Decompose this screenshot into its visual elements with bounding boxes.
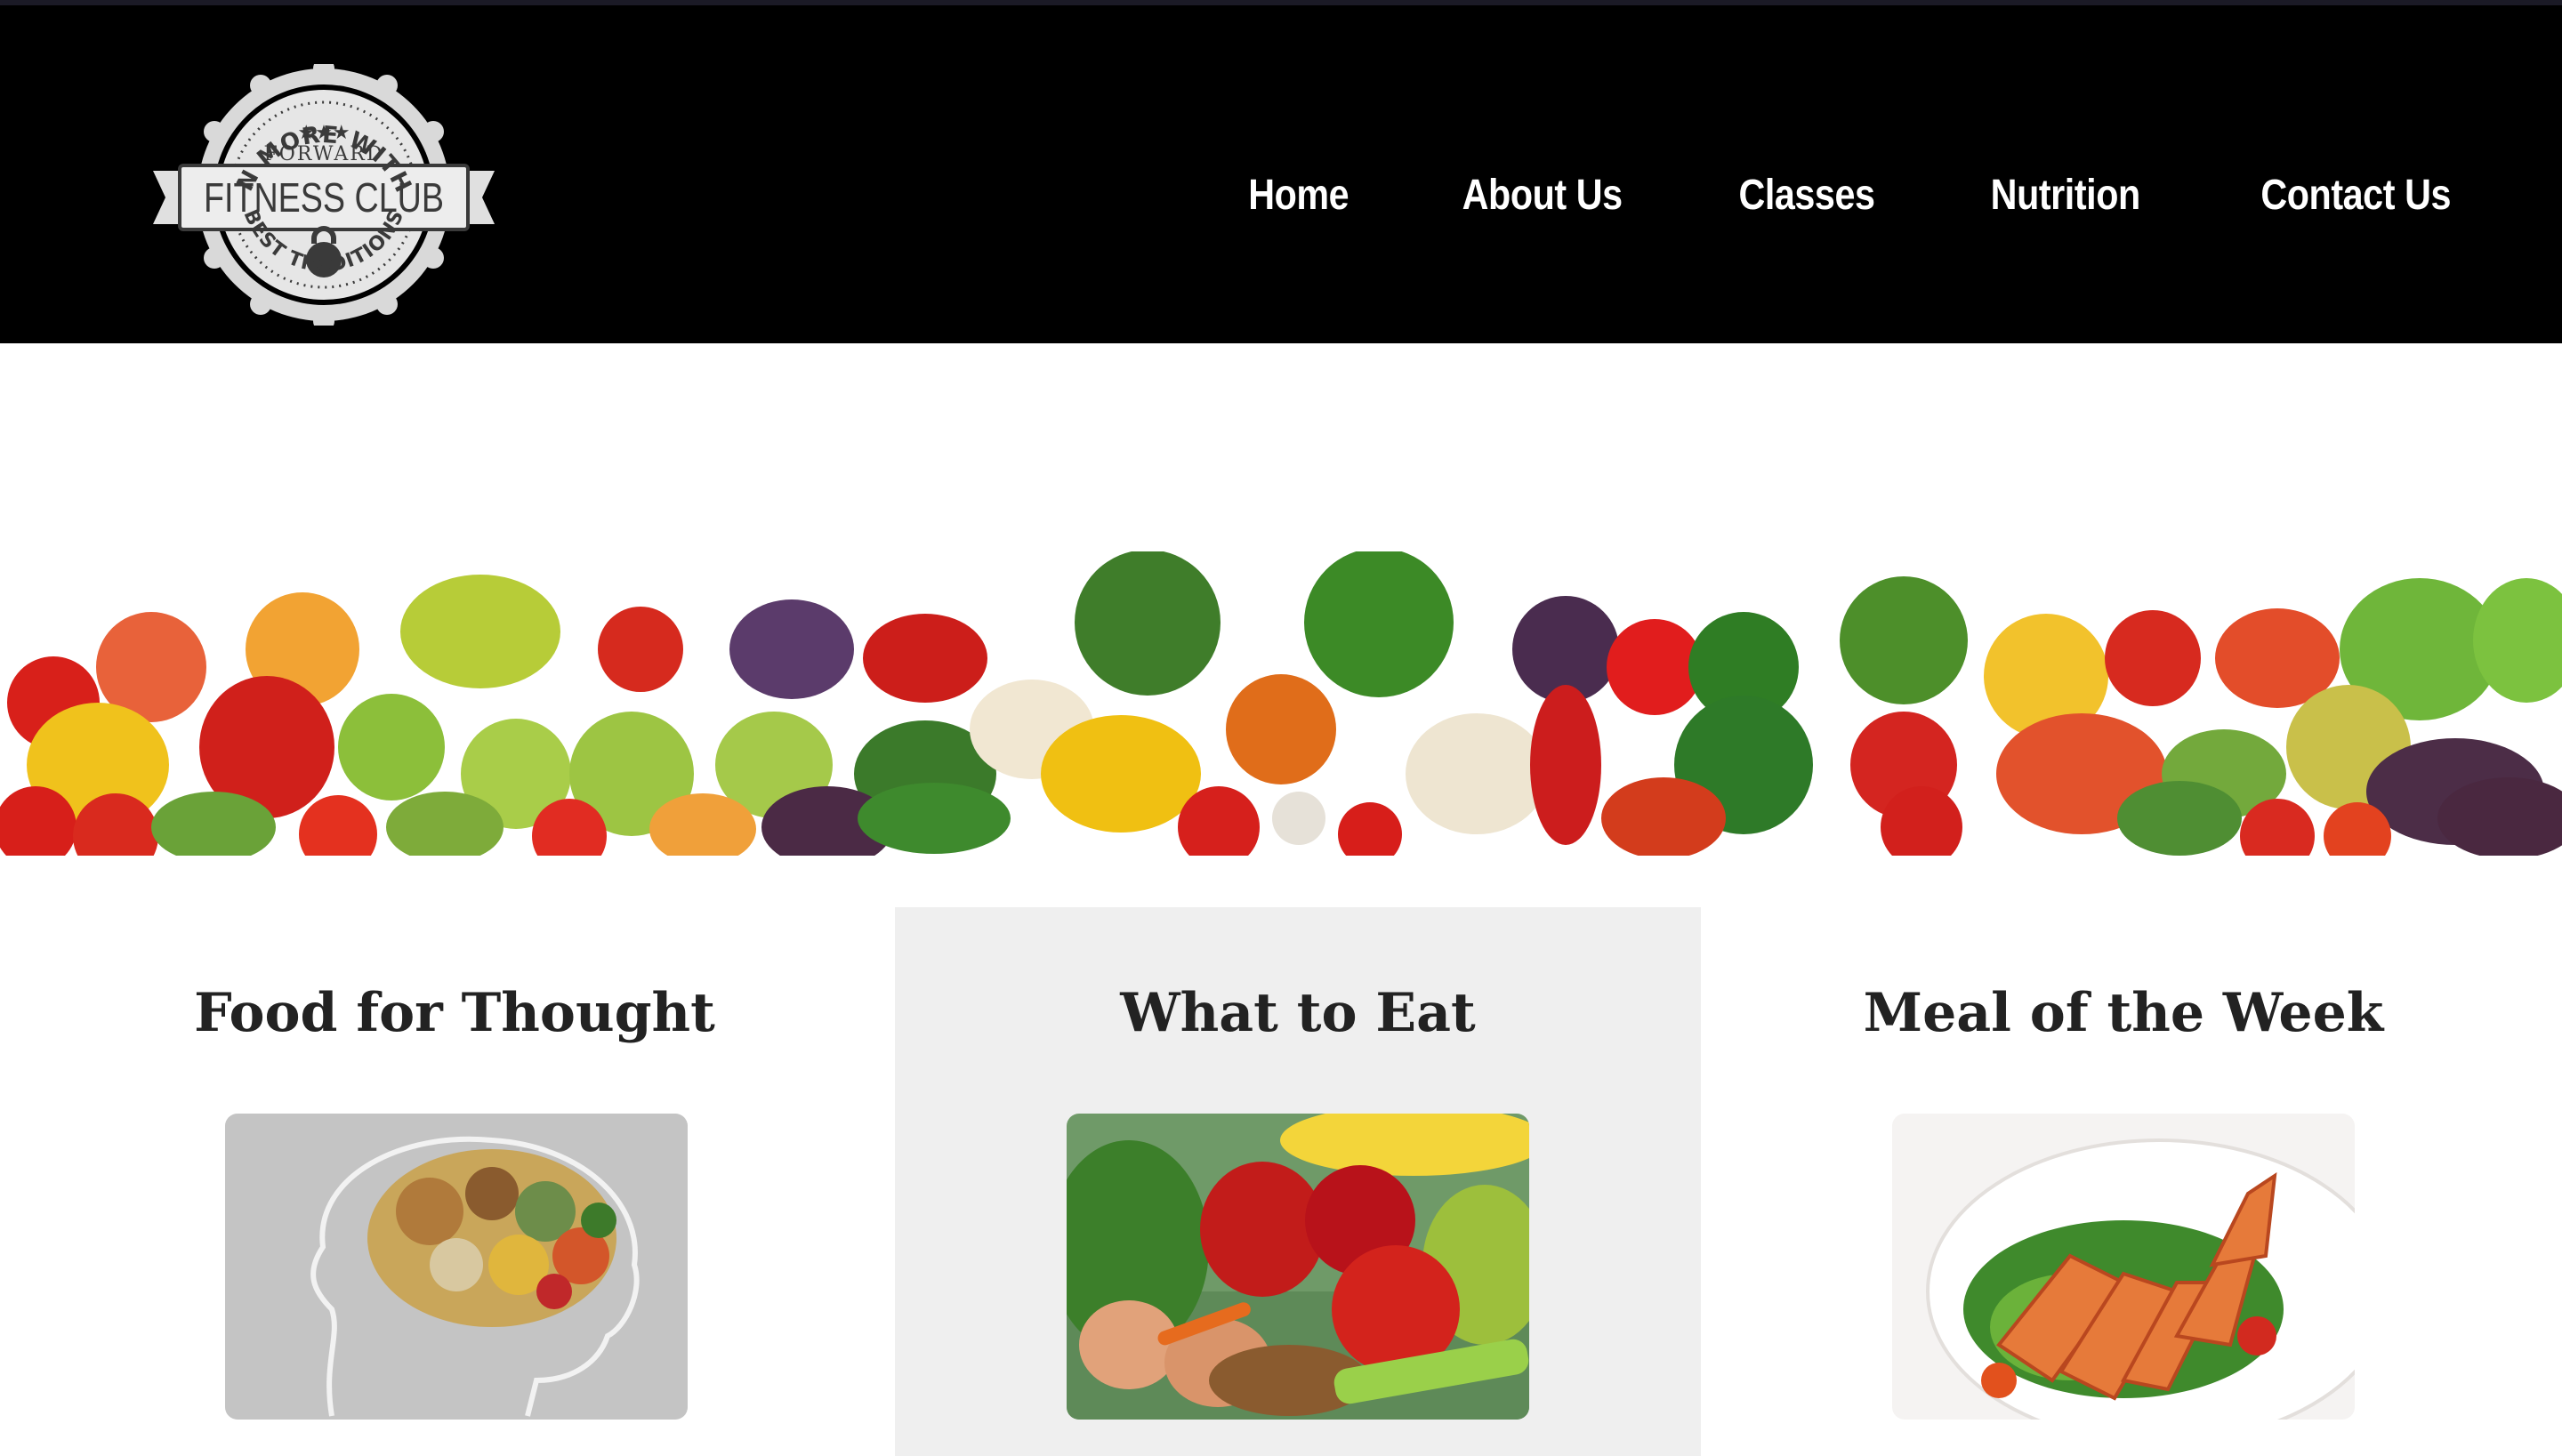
card-food-for-thought: Food for Thought — [52, 907, 858, 1456]
card-title: What to Eat — [1120, 982, 1476, 1044]
logo-title: FITNESS CLUB — [204, 174, 444, 221]
logo-stars: ★★★ — [297, 122, 350, 144]
vegetables-banner-image — [0, 551, 2562, 856]
nav-home[interactable]: Home — [1248, 171, 1349, 220]
logo-subtitle: FORWARD — [264, 143, 384, 165]
what-to-eat-image[interactable] — [1067, 1114, 1529, 1420]
nav-contact-us[interactable]: Contact Us — [2260, 171, 2451, 220]
card-meal-of-the-week: Meal of the Week — [1720, 907, 2526, 1456]
nav-nutrition[interactable]: Nutrition — [1991, 171, 2141, 220]
card-title: Food for Thought — [194, 982, 715, 1044]
fitness-club-logo[interactable]: GAIN MORE WITH US ★★★ FORWARD FITNESS CL… — [153, 64, 495, 326]
nav-classes[interactable]: Classes — [1739, 171, 1875, 220]
brain-food-image[interactable] — [225, 1114, 688, 1420]
card-title: Meal of the Week — [1863, 982, 2384, 1044]
site-header: GAIN MORE WITH US ★★★ FORWARD FITNESS CL… — [0, 5, 2562, 343]
meal-of-the-week-image[interactable] — [1892, 1114, 2355, 1420]
card-what-to-eat: What to Eat — [895, 907, 1701, 1456]
main-nav: Home About Us Classes Nutrition Contact … — [1240, 171, 2466, 220]
nav-about-us[interactable]: About Us — [1462, 171, 1623, 220]
